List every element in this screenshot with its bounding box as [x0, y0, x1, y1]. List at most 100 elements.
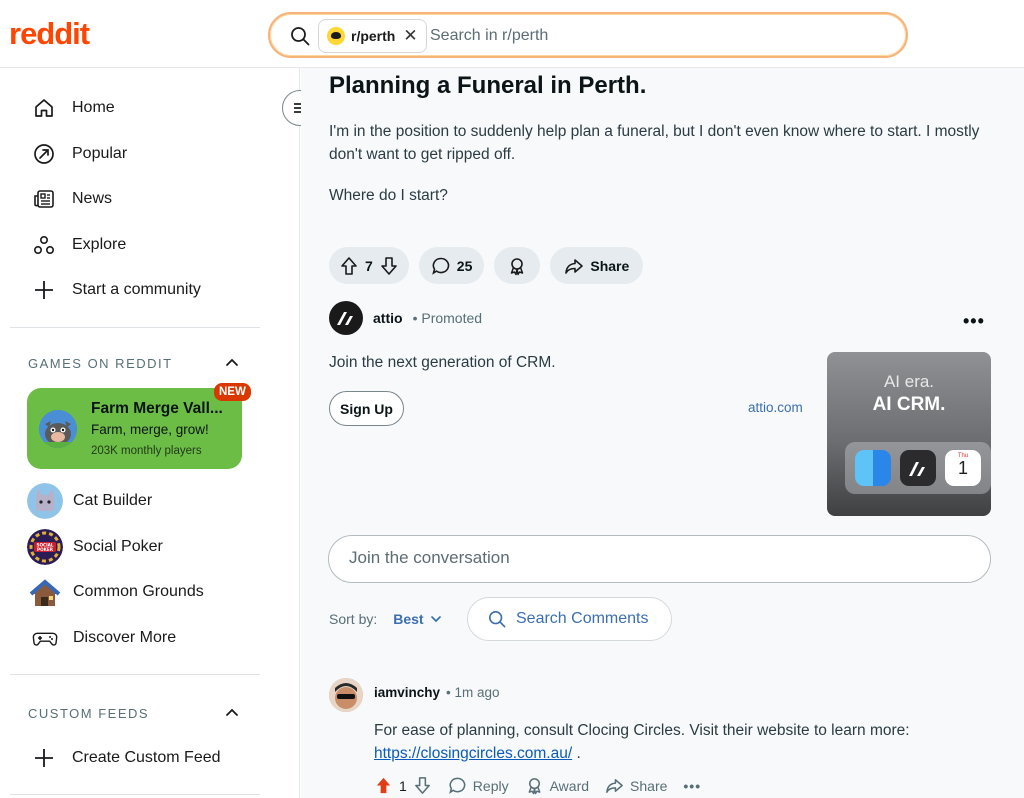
sidebar-item-popular[interactable]: Popular — [32, 132, 262, 176]
game-players: 203K monthly players — [91, 445, 202, 457]
sort-value: Best — [393, 611, 424, 627]
share-button[interactable]: Share — [605, 776, 667, 795]
award-button[interactable]: Award — [525, 776, 589, 795]
svg-text:POKER: POKER — [37, 547, 54, 552]
promoted-label: • Promoted — [412, 310, 483, 326]
comment-icon — [448, 777, 466, 794]
social-poker-icon: SOCIALPOKER — [27, 529, 63, 565]
game-item-cat-builder[interactable]: Cat Builder — [27, 481, 257, 521]
reddit-logo[interactable]: reddit — [9, 16, 90, 52]
share-icon — [565, 258, 584, 274]
comment-link[interactable]: https://closingcircles.com.au/ — [374, 745, 572, 762]
advertiser-name[interactable]: attio — [373, 310, 403, 326]
subreddit-filter-chip[interactable]: r/perth ✕ — [318, 19, 427, 53]
ad-header: attio • Promoted — [329, 301, 482, 335]
game-item-common-grounds[interactable]: Common Grounds — [27, 572, 257, 612]
sidebar-item-explore[interactable]: Explore — [32, 223, 262, 267]
search-input[interactable]: Search in r/perth — [430, 27, 548, 45]
comment-body: For ease of planning, consult Clocing Ci… — [374, 719, 994, 765]
calendar-day: 1 — [957, 458, 968, 478]
chevron-up-icon[interactable] — [224, 705, 240, 721]
sort-dropdown[interactable]: Best — [393, 611, 441, 627]
comment-actions: 1 Reply Award Share ••• — [374, 776, 701, 795]
sort-label: Sort by: — [329, 611, 378, 627]
divider — [10, 794, 260, 795]
post-title: Planning a Funeral in Perth. — [329, 72, 647, 99]
sign-up-button[interactable]: Sign Up — [329, 391, 404, 426]
games-section-header[interactable]: GAMES ON REDDIT — [28, 355, 240, 371]
game-label: Discover More — [73, 629, 177, 646]
comments-button[interactable]: 25 — [418, 247, 485, 284]
search-comments-label: Search Comments — [516, 610, 649, 627]
game-item-social-poker[interactable]: SOCIAL POKER Social Poker — [27, 527, 257, 567]
attio-logo[interactable] — [329, 301, 363, 335]
more-options-icon[interactable]: ••• — [683, 778, 701, 794]
upvote-icon[interactable] — [339, 256, 359, 276]
comment-time: 1m ago — [454, 685, 500, 700]
common-grounds-icon — [27, 574, 63, 610]
sidebar-item-start-community[interactable]: Start a community — [32, 268, 262, 312]
popular-icon — [34, 144, 54, 164]
reply-button[interactable]: Reply — [448, 776, 509, 795]
plus-icon — [35, 749, 53, 767]
join-conversation-input[interactable]: Join the conversation — [328, 535, 991, 583]
calendar-icon: Thu 1 — [945, 450, 981, 486]
comment-timestamp: • 1m ago — [446, 685, 500, 700]
finder-icon — [855, 450, 891, 486]
ad-link[interactable]: attio.com — [748, 400, 803, 415]
share-label: Share — [590, 257, 630, 274]
close-icon[interactable]: ✕ — [403, 26, 417, 46]
downvote-icon[interactable] — [413, 776, 432, 795]
sidebar-item-label: Popular — [72, 145, 128, 162]
award-icon — [528, 778, 541, 795]
search-bar[interactable]: r/perth ✕ Search in r/perth — [268, 12, 908, 58]
divider — [10, 674, 260, 675]
sidebar-item-news[interactable]: News — [32, 177, 262, 221]
upvote-icon[interactable] — [374, 776, 393, 795]
news-icon — [34, 190, 54, 208]
ad-image[interactable]: AI era. AI CRM. Thu 1 — [827, 352, 991, 516]
comment-count: 25 — [456, 257, 473, 274]
game-tagline: Farm, merge, grow! — [91, 422, 209, 437]
left-sidebar: Home Popular News Explore Start a commun… — [0, 68, 300, 798]
dock: Thu 1 — [845, 442, 991, 494]
comment-username[interactable]: iamvinchy — [374, 685, 440, 700]
share-label: Share — [630, 777, 668, 794]
search-icon — [488, 610, 506, 628]
farm-merge-icon — [39, 410, 77, 448]
game-label: Cat Builder — [73, 492, 153, 509]
chevron-up-icon[interactable] — [224, 355, 240, 371]
award-button[interactable] — [494, 247, 541, 284]
ad-image-line1: AI era. — [883, 372, 935, 391]
create-custom-feed-button[interactable]: Create Custom Feed — [32, 736, 262, 780]
featured-game-card[interactable]: Farm Merge Vall... Farm, merge, grow! 20… — [27, 388, 242, 469]
search-comments-button[interactable]: Search Comments — [467, 597, 672, 641]
avatar[interactable] — [329, 678, 363, 712]
games-heading: GAMES ON REDDIT — [28, 355, 173, 371]
share-icon — [606, 779, 623, 793]
post-actions: 7 25 Share — [329, 247, 644, 284]
create-feed-label: Create Custom Feed — [72, 749, 221, 766]
home-icon — [35, 99, 53, 117]
search-icon — [291, 27, 310, 46]
sidebar-item-label: News — [72, 190, 113, 207]
custom-feeds-header[interactable]: CUSTOM FEEDS — [28, 705, 240, 721]
divider — [10, 327, 260, 328]
sidebar-item-label: Home — [72, 99, 115, 116]
post-paragraph: Where do I start? — [329, 187, 448, 204]
sort-control: Sort by: Best — [329, 611, 442, 627]
share-button[interactable]: Share — [550, 247, 644, 284]
post-content: Planning a Funeral in Perth. I'm in the … — [301, 68, 1024, 798]
new-badge: NEW — [214, 383, 251, 401]
more-options-icon[interactable]: ••• — [963, 311, 985, 332]
award-icon — [511, 257, 524, 275]
vote-count: 7 — [365, 257, 373, 274]
top-bar: reddit r/perth ✕ Search in r/perth — [0, 0, 1024, 68]
downvote-icon[interactable] — [379, 256, 399, 276]
vote-control: 7 — [329, 247, 409, 284]
ad-text: Join the next generation of CRM. — [329, 354, 556, 371]
reply-label: Reply — [472, 777, 509, 794]
game-title: Farm Merge Vall... — [91, 400, 223, 417]
game-item-discover-more[interactable]: Discover More — [27, 618, 257, 658]
sidebar-item-home[interactable]: Home — [32, 86, 262, 130]
